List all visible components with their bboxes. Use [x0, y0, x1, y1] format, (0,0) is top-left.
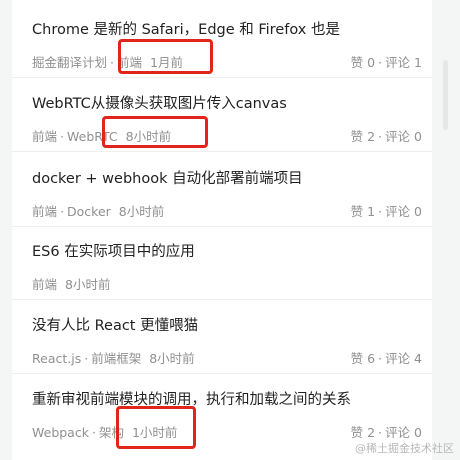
- article-tag[interactable]: React.js: [32, 351, 81, 366]
- article-meta: React.js · 前端框架 8小时前: [32, 348, 195, 367]
- article-item[interactable]: 重新审视前端模块的调用，执行和加载之间的关系 Webpack · 架构 1小时前 赞 …: [12, 376, 432, 448]
- article-tag[interactable]: 前端框架: [91, 351, 141, 366]
- meta-separator: ·: [378, 425, 383, 440]
- article-tag[interactable]: 前端: [32, 277, 57, 292]
- article-meta: 前端 · Docker 8小时前: [32, 201, 164, 220]
- meta-separator: ·: [110, 55, 114, 70]
- article-item[interactable]: docker + webhook 自动化部署前端项目 前端 · Docker 8小时前…: [12, 155, 432, 227]
- comment-count[interactable]: 评论 0: [385, 129, 422, 144]
- article-tag[interactable]: 掘金翻译计划: [32, 55, 107, 70]
- meta-separator: ·: [378, 204, 383, 219]
- article-meta: 前端 8小时前: [32, 274, 110, 293]
- article-item[interactable]: 没有人比 React 更懂喂猫 React.js · 前端框架 8小时前 赞 6 · 评论…: [12, 302, 432, 374]
- page: Chrome 是新的 Safari，Edge 和 Firefox 也是 掘金翻译…: [0, 0, 460, 460]
- article-list: Chrome 是新的 Safari，Edge 和 Firefox 也是 掘金翻译…: [12, 0, 432, 460]
- like-count[interactable]: 赞 1: [351, 204, 375, 219]
- article-tag[interactable]: Webpack: [32, 425, 89, 440]
- article-time: 8小时前: [149, 351, 195, 366]
- meta-separator: ·: [60, 129, 64, 144]
- article-title[interactable]: docker + webhook 自动化部署前端项目: [32, 167, 422, 188]
- article-item[interactable]: WebRTC从摄像头获取图片传入canvas 前端 · WebRTC 8小时前 赞 2…: [12, 80, 432, 152]
- like-count[interactable]: 赞 2: [351, 129, 375, 144]
- article-title[interactable]: 没有人比 React 更懂喂猫: [32, 314, 422, 335]
- article-stats: 赞 2 · 评论 0: [351, 422, 422, 441]
- like-count[interactable]: 赞 6: [351, 351, 375, 366]
- meta-separator: ·: [91, 425, 96, 440]
- like-count[interactable]: 赞 0: [351, 55, 375, 70]
- article-title[interactable]: WebRTC从摄像头获取图片传入canvas: [32, 92, 422, 113]
- article-time: 8小时前: [118, 204, 165, 219]
- meta-separator: ·: [378, 55, 383, 70]
- meta-separator: ·: [378, 129, 383, 144]
- meta-separator: ·: [84, 351, 89, 366]
- article-title[interactable]: 重新审视前端模块的调用，执行和加载之间的关系: [32, 388, 422, 409]
- article-title[interactable]: ES6 在实际项目中的应用: [32, 240, 422, 261]
- comment-count[interactable]: 评论 1: [385, 55, 422, 70]
- like-count[interactable]: 赞 2: [351, 425, 375, 440]
- highlight-box: [116, 406, 196, 449]
- comment-count[interactable]: 评论 4: [385, 351, 422, 366]
- article-stats: 赞 2 · 评论 0: [351, 126, 422, 145]
- article-item[interactable]: ES6 在实际项目中的应用 前端 8小时前: [12, 228, 432, 300]
- highlight-box: [118, 39, 213, 74]
- article-stats: 赞 0 · 评论 1: [351, 52, 422, 71]
- meta-separator: ·: [60, 204, 64, 219]
- article-tag[interactable]: 前端: [32, 129, 57, 144]
- comment-count[interactable]: 评论 0: [385, 425, 422, 440]
- highlight-box: [102, 116, 208, 148]
- scrollbar[interactable]: [443, 60, 448, 130]
- article-title[interactable]: Chrome 是新的 Safari，Edge 和 Firefox 也是: [32, 18, 422, 39]
- article-tag[interactable]: Docker: [67, 204, 111, 219]
- article-tag[interactable]: 前端: [32, 204, 57, 219]
- article-stats: 赞 1 · 评论 0: [351, 201, 422, 220]
- comment-count[interactable]: 评论 0: [385, 204, 422, 219]
- watermark: @稀土掘金技术社区: [355, 442, 454, 455]
- article-stats: 赞 6 · 评论 4: [351, 348, 422, 367]
- article-time: 8小时前: [65, 277, 111, 292]
- meta-separator: ·: [378, 351, 383, 366]
- article-item[interactable]: Chrome 是新的 Safari，Edge 和 Firefox 也是 掘金翻译…: [12, 6, 432, 78]
